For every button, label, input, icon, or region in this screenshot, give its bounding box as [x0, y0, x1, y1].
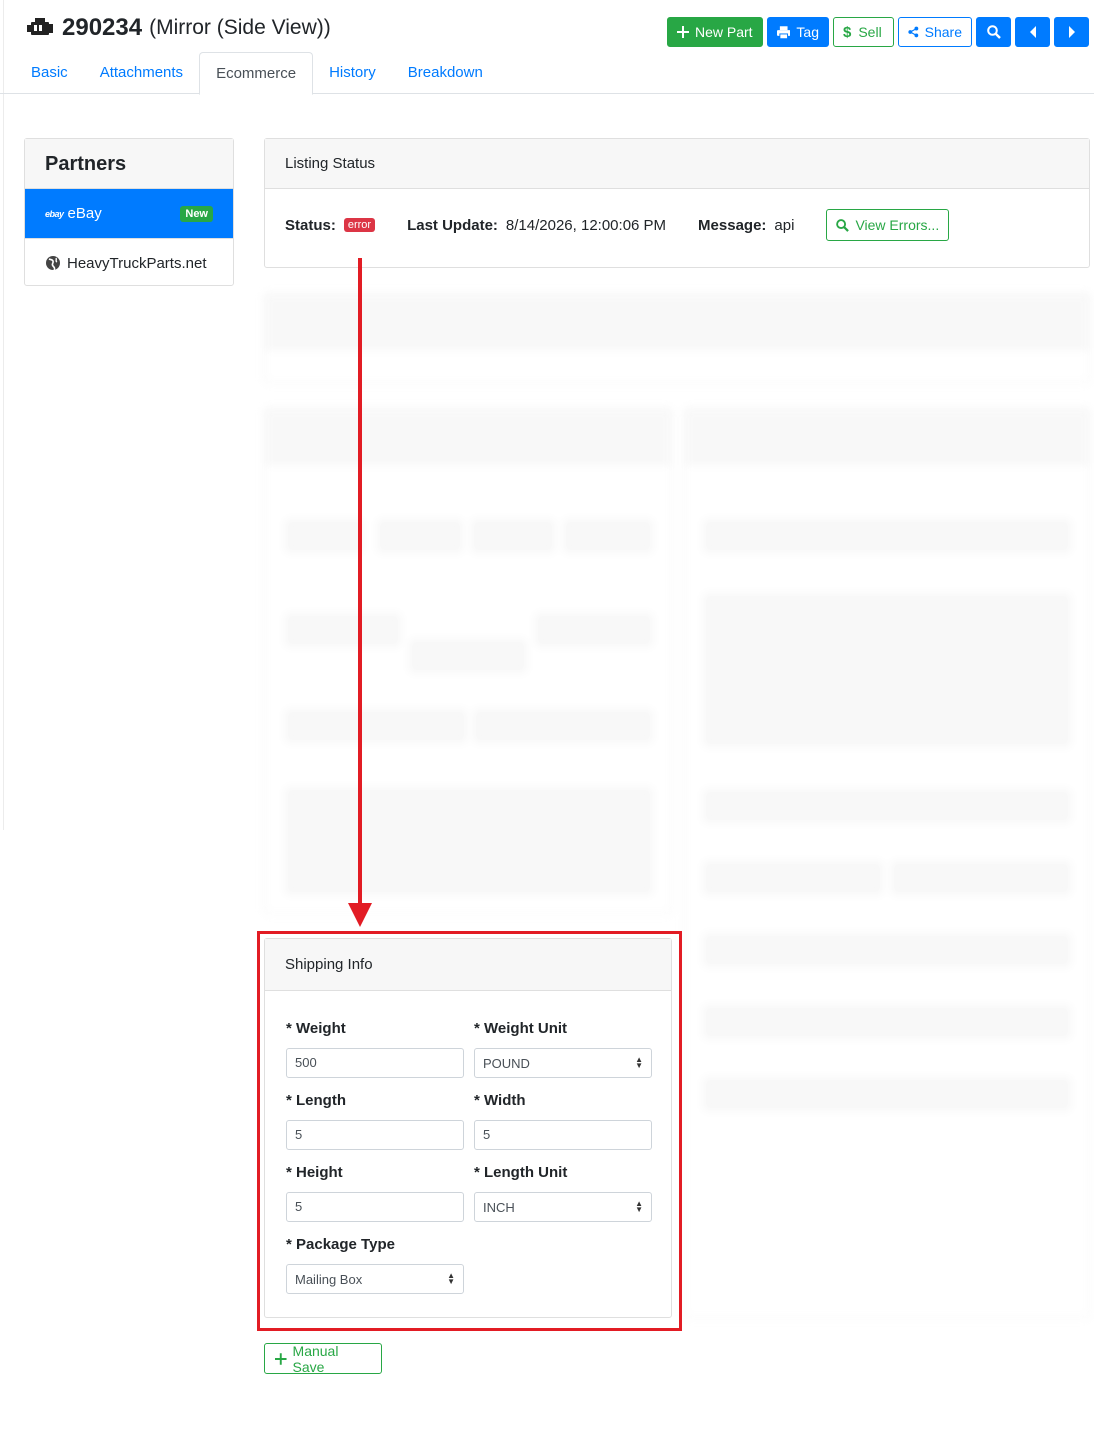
blurred-input — [287, 615, 399, 645]
blurred-input — [705, 1007, 1069, 1037]
blurred-input — [705, 791, 1069, 821]
blurred-input — [705, 935, 1069, 965]
blurred-card-header — [265, 409, 671, 464]
manual-save-button[interactable]: Manual Save — [264, 1342, 382, 1375]
plus-icon — [275, 1352, 287, 1365]
blurred-card-header — [685, 409, 1089, 464]
blurred-input — [287, 521, 361, 551]
blurred-card-part-details — [264, 408, 672, 914]
blurred-textarea — [287, 789, 651, 893]
blurred-textarea — [705, 595, 1069, 745]
blurred-input — [705, 863, 881, 893]
blurred-input — [893, 863, 1069, 893]
blurred-input — [565, 521, 651, 551]
blurred-input — [705, 521, 1069, 551]
blurred-input — [379, 521, 461, 551]
blurred-card-header — [265, 294, 1089, 349]
annotation-arrow-head — [348, 903, 372, 927]
manual-save-label: Manual Save — [292, 1342, 339, 1375]
annotation-highlight-box — [257, 931, 682, 1331]
blurred-card-images — [264, 293, 1090, 383]
blurred-input — [537, 615, 651, 645]
blurred-input — [287, 711, 465, 741]
annotation-arrow-line — [358, 258, 362, 908]
blurred-input — [705, 1079, 1069, 1109]
blurred-input — [475, 711, 651, 741]
blurred-input — [411, 641, 525, 671]
blurred-card-listing-details — [684, 408, 1090, 1318]
blurred-input — [473, 521, 553, 551]
